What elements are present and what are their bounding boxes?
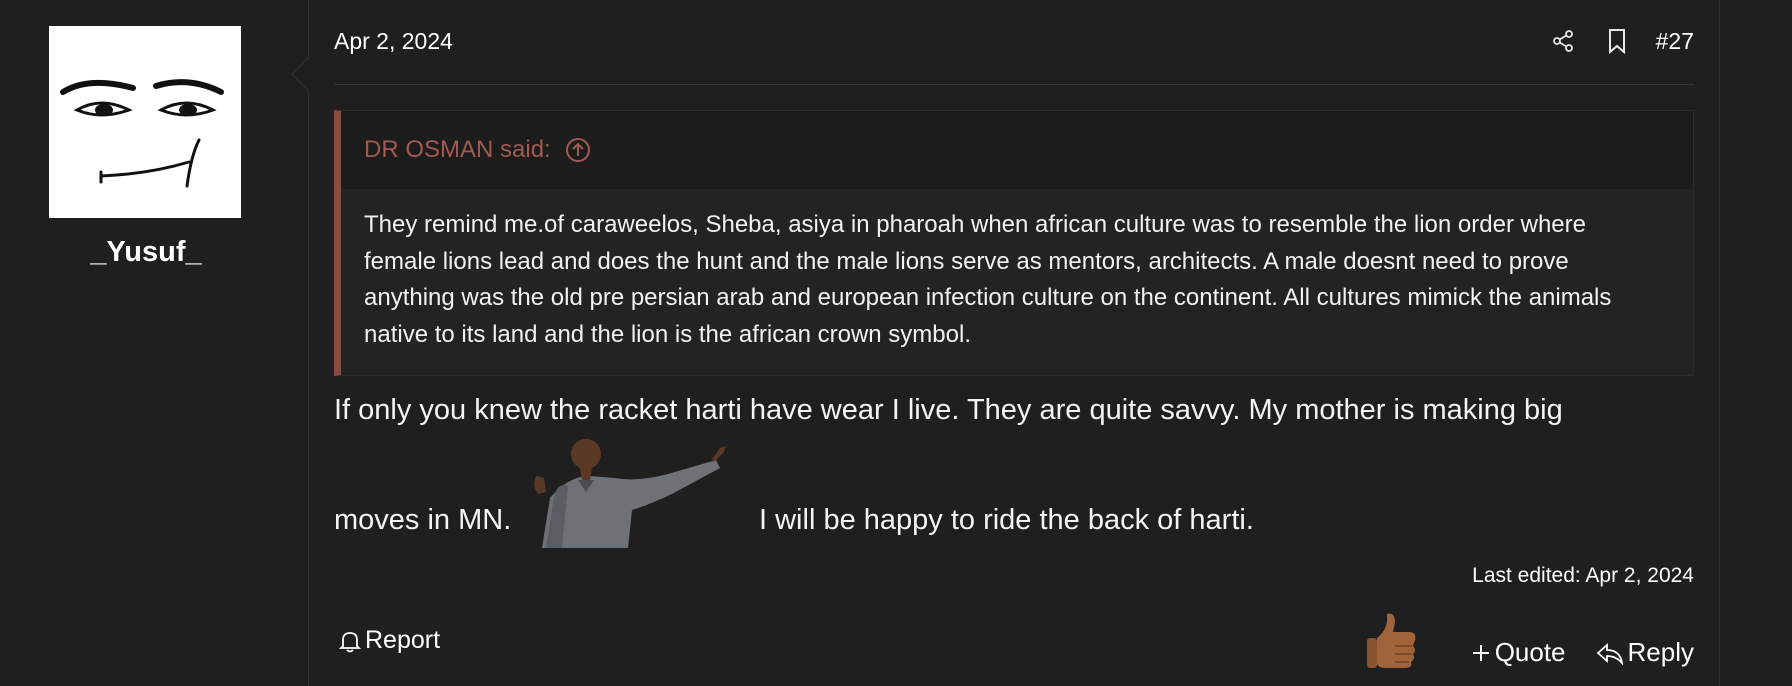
post-header-actions: #27 [1524,26,1694,56]
last-edited: Last edited: Apr 2, 2024 [1472,564,1694,587]
post-number[interactable]: #27 [1656,28,1694,55]
report-button[interactable]: Report [339,626,440,655]
reply-arrow-icon [1596,642,1623,665]
quote-text: They remind me.of caraweelos, Sheba, asi… [364,211,1612,348]
bell-icon [339,631,361,652]
username[interactable]: _Yusuf_ [0,236,292,269]
post-date[interactable]: Apr 2, 2024 [334,28,453,55]
avatar[interactable] [49,26,241,218]
arrow-up-circle-icon[interactable] [565,137,591,163]
avatar-face-icon [49,26,241,218]
quote-header: DR OSMAN said: [341,111,1693,189]
quote-block: DR OSMAN said: They remind me.of carawee… [334,110,1694,376]
quote-author[interactable]: DR OSMAN said: [364,136,551,164]
reply-button[interactable]: Reply [1596,637,1694,670]
bookmark-icon[interactable] [1602,26,1632,56]
plus-icon [1472,644,1489,661]
quote-button[interactable]: Quote [1471,637,1566,670]
message-line-2a: moves in MN. [334,504,512,536]
report-label: Report [365,626,441,654]
post-pointer-inner [293,58,309,90]
post-container: Apr 2, 2024 #27 DR OSMAN said: They remi… [291,0,1720,686]
user-panel: _Yusuf_ [0,0,308,686]
message-line-1: If only you knew the racket harti have w… [334,394,1563,426]
post-header: Apr 2, 2024 #27 [334,0,1694,85]
quote-label: Quote [1494,637,1566,667]
thumbs-up-icon[interactable] [1365,610,1419,670]
celebrating-man-sticker [528,432,728,548]
message-line-2b: I will be happy to ride the back of hart… [759,504,1254,536]
share-icon[interactable] [1548,26,1578,56]
post-footer-actions: Quote Reply [1365,610,1694,670]
reply-label: Reply [1627,637,1694,667]
